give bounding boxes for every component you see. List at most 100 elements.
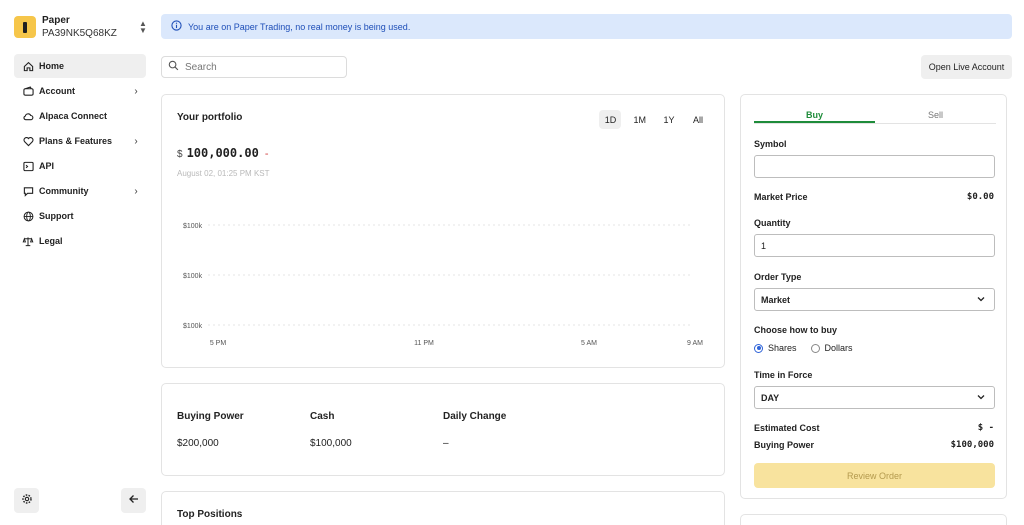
- time-in-force-select[interactable]: DAY: [754, 386, 995, 409]
- estimated-cost-value: $ -: [977, 423, 994, 433]
- y-tick-label: $100k: [183, 323, 203, 330]
- portfolio-card: Your portfolio 1D 1M 1Y All $ 100,000.00…: [161, 94, 725, 368]
- symbol-label: Symbol: [754, 139, 787, 149]
- top-positions-card: Top Positions: [161, 491, 725, 525]
- sidebar-item-support[interactable]: Support: [14, 204, 146, 228]
- quantity-label: Quantity: [754, 218, 791, 228]
- chevron-right-icon: ›: [134, 85, 138, 97]
- sidebar-nav: Home Account › Alpaca Connect Plans & Fe…: [14, 54, 146, 254]
- sidebar-item-community[interactable]: Community ›: [14, 179, 146, 203]
- chat-icon: [22, 185, 34, 197]
- sidebar-item-legal[interactable]: Legal: [14, 229, 146, 253]
- sidebar-item-alpaca-connect[interactable]: Alpaca Connect: [14, 104, 146, 128]
- tab-sell[interactable]: Sell: [875, 105, 996, 123]
- cloud-icon: [22, 110, 34, 122]
- sidebar-item-label: Community: [39, 186, 89, 196]
- collapse-sidebar-button[interactable]: [121, 488, 146, 513]
- market-price-value: $0.00: [966, 192, 994, 202]
- scale-icon: [22, 235, 34, 247]
- stat-label: Buying Power: [177, 411, 244, 422]
- chevron-down-icon: [976, 294, 986, 306]
- sidebar-item-label: Home: [39, 61, 65, 71]
- sidebar-item-api[interactable]: API: [14, 154, 146, 178]
- order-buying-power-value: $100,000: [950, 440, 994, 450]
- search-input[interactable]: [185, 61, 335, 73]
- choose-how-label: Choose how to buy: [754, 325, 837, 335]
- home-icon: [22, 60, 34, 72]
- tab-buy[interactable]: Buy: [754, 105, 875, 123]
- stat-value: –: [443, 438, 449, 449]
- portfolio-chart: $100k $100k $100k 5 PM 11 PM 5 AM 9 AM: [183, 223, 703, 347]
- sidebar-item-plans-features[interactable]: Plans & Features ›: [14, 129, 146, 153]
- sidebar-item-account[interactable]: Account ›: [14, 79, 146, 103]
- portfolio-amount: 100,000.00: [186, 146, 259, 160]
- terminal-icon: [22, 160, 34, 172]
- globe-icon: [22, 210, 34, 222]
- range-selector: 1D 1M 1Y All: [592, 110, 709, 129]
- gear-icon: [21, 493, 33, 508]
- account-name: Paper: [42, 14, 70, 26]
- portfolio-title: Your portfolio: [177, 112, 243, 123]
- order-panel: Buy Sell Symbol Market Price $0.00 Quant…: [740, 94, 1007, 499]
- time-in-force-value: DAY: [761, 392, 780, 403]
- banner-text: You are on Paper Trading, no real money …: [188, 21, 411, 32]
- search-box[interactable]: [161, 56, 347, 78]
- x-tick-label: 5 PM: [210, 340, 227, 347]
- info-icon: [171, 19, 182, 34]
- sidebar-item-label: Account: [39, 86, 75, 96]
- quantity-input[interactable]: [754, 234, 995, 257]
- alpaca-logo: [14, 16, 36, 38]
- open-live-account-button[interactable]: Open Live Account: [921, 55, 1012, 79]
- buying-power-stat: Buying Power $200,000: [177, 411, 244, 449]
- order-type-label: Order Type: [754, 272, 802, 282]
- sidebar-item-label: Plans & Features: [39, 136, 113, 146]
- daily-change-stat: Daily Change –: [443, 411, 506, 449]
- paper-trading-banner: You are on Paper Trading, no real money …: [161, 14, 1012, 39]
- wallet-icon: [22, 85, 34, 97]
- stat-value: $100,000: [310, 438, 352, 449]
- y-tick-label: $100k: [183, 223, 203, 230]
- shares-label: Shares: [768, 343, 797, 353]
- sidebar-item-label: Support: [39, 211, 74, 221]
- x-tick-label: 9 AM: [687, 340, 703, 347]
- settings-button[interactable]: [14, 488, 39, 513]
- range-all[interactable]: All: [687, 110, 709, 129]
- search-icon: [168, 60, 179, 74]
- secondary-panel: [740, 514, 1007, 525]
- chevron-up-down-icon[interactable]: ▲ ▼: [138, 20, 148, 35]
- symbol-input[interactable]: [754, 155, 995, 178]
- chevron-right-icon: ›: [134, 135, 138, 147]
- market-price-label: Market Price: [754, 192, 808, 202]
- order-type-select[interactable]: Market: [754, 288, 995, 311]
- sidebar-item-label: Alpaca Connect: [39, 111, 108, 121]
- stat-label: Cash: [310, 411, 335, 422]
- chevron-right-icon: ›: [134, 185, 138, 197]
- account-switcher[interactable]: Paper PA39NK5Q68KZ ▲ ▼: [14, 13, 148, 41]
- review-order-button[interactable]: Review Order: [754, 463, 995, 488]
- arrow-left-icon: [128, 493, 140, 508]
- time-in-force-label: Time in Force: [754, 370, 813, 380]
- chevron-down-icon: [976, 392, 986, 404]
- sidebar-item-label: Legal: [39, 236, 63, 246]
- portfolio-value: $ 100,000.00 -: [177, 146, 268, 160]
- currency-symbol: $: [177, 149, 183, 160]
- heart-icon: [22, 135, 34, 147]
- top-positions-title: Top Positions: [177, 509, 243, 520]
- order-type-value: Market: [761, 294, 791, 305]
- range-1m[interactable]: 1M: [628, 110, 651, 129]
- range-1d[interactable]: 1D: [599, 110, 622, 129]
- y-tick-label: $100k: [183, 273, 203, 280]
- stat-value: $200,000: [177, 438, 219, 449]
- shares-radio[interactable]: [754, 343, 763, 353]
- buy-mode-options: Shares Dollars: [754, 343, 853, 353]
- order-buying-power-label: Buying Power: [754, 440, 815, 450]
- dollars-radio[interactable]: [810, 343, 820, 353]
- account-id: PA39NK5Q68KZ: [42, 27, 117, 39]
- range-1y[interactable]: 1Y: [658, 110, 680, 129]
- stat-label: Daily Change: [443, 411, 507, 422]
- dollars-label: Dollars: [824, 343, 853, 353]
- balances-card: Buying Power $200,000 Cash $100,000 Dail…: [161, 383, 725, 476]
- portfolio-date: August 02, 01:25 PM KST: [177, 169, 270, 178]
- sidebar: Paper PA39NK5Q68KZ ▲ ▼ Home Account › Alp…: [0, 0, 156, 525]
- sidebar-item-home[interactable]: Home: [14, 54, 146, 78]
